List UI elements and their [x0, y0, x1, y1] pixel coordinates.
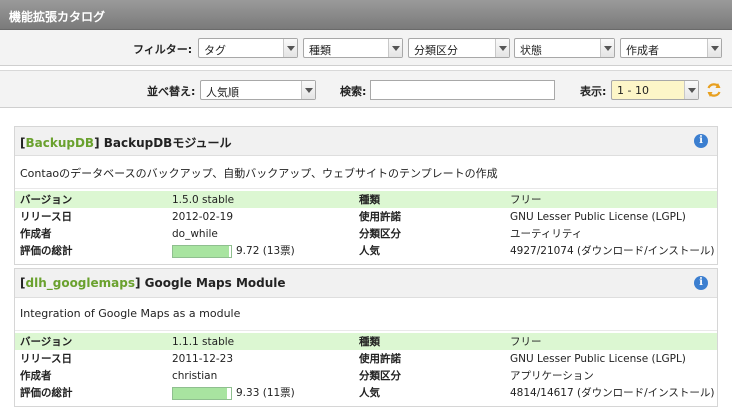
category-filter-select[interactable]: 分類区分	[408, 38, 510, 58]
rating-bar	[172, 244, 232, 258]
extension-name: BackupDBモジュール	[103, 136, 232, 150]
category-label: 分類区分	[359, 228, 401, 240]
author-filter-select[interactable]: 作成者	[620, 38, 722, 58]
rating-value: 9.72 (13票)	[236, 245, 295, 257]
refresh-icon[interactable]	[706, 82, 722, 98]
extension-description: Contaoのデータベースのバックアップ、自動バックアップ、ウェブサイトのテンプ…	[15, 156, 717, 189]
license-value: GNU Lesser Public License (LGPL)	[510, 352, 686, 365]
rating-label: 評価の総計	[20, 245, 73, 257]
window-title: 機能拡張カタログ	[0, 0, 732, 30]
author-value: do_while	[172, 227, 218, 240]
category-label: 分類区分	[359, 370, 401, 382]
author-label: 作成者	[20, 370, 52, 382]
release-value: 2012-02-19	[172, 210, 234, 223]
type-label: 種類	[359, 194, 380, 206]
rating-bar-fill	[173, 387, 228, 399]
chevron-down-icon	[684, 81, 698, 99]
extension-card: [BackupDB] BackupDBモジュール i Contaoのデータベース…	[14, 126, 718, 265]
type-filter-select[interactable]: 種類	[303, 38, 403, 58]
chevron-down-icon	[283, 39, 297, 57]
info-icon[interactable]: i	[694, 134, 708, 148]
rating-cell: 9.72 (13票)	[167, 242, 354, 259]
rating-bar-fill	[173, 245, 230, 257]
author-label: 作成者	[20, 228, 52, 240]
version-value: 1.5.0 stable	[172, 193, 235, 206]
filter-bar: フィルター: タグ 種類 分類区分 状態 作成者	[0, 30, 732, 66]
tag-filter-select[interactable]: タグ	[198, 38, 298, 58]
version-value: 1.1.1 stable	[172, 335, 235, 348]
rating-label: 評価の総計	[20, 387, 73, 399]
release-label: リリース日	[20, 353, 72, 365]
sort-label: 並べ替え:	[147, 85, 196, 98]
extension-key-link[interactable]: dlh_googlemaps	[25, 276, 135, 290]
extension-title: [dlh_googlemaps] Google Maps Module i	[15, 269, 717, 298]
type-value: フリー	[510, 194, 542, 206]
rating-value: 9.33 (11票)	[236, 387, 295, 399]
popularity-label: 人気	[359, 245, 380, 257]
author-value: christian	[172, 369, 218, 382]
extension-meta-table: バージョン 1.1.1 stable 種類 フリー リリース日 2011-12-…	[15, 333, 717, 401]
category-value: ユーティリティ	[510, 228, 583, 240]
category-value: アプリケーション	[510, 370, 594, 382]
license-value: GNU Lesser Public License (LGPL)	[510, 210, 686, 223]
type-value: フリー	[510, 336, 542, 348]
rating-bar	[172, 386, 232, 400]
status-filter-select[interactable]: 状態	[514, 38, 615, 58]
popularity-value: 4814/14617 (ダウンロード/インストール)	[510, 387, 715, 399]
popularity-label: 人気	[359, 387, 380, 399]
release-label: リリース日	[20, 211, 72, 223]
popularity-value: 4927/21074 (ダウンロード/インストール)	[510, 245, 715, 257]
filter-label: フィルター:	[133, 43, 193, 56]
display-label: 表示:	[580, 85, 607, 98]
info-icon[interactable]: i	[694, 276, 708, 290]
extension-key-link[interactable]: BackupDB	[25, 136, 94, 150]
search-input[interactable]	[370, 80, 555, 100]
chevron-down-icon	[388, 39, 402, 57]
extension-description: Integration of Google Maps as a module	[15, 298, 717, 331]
rating-cell: 9.33 (11票)	[167, 384, 354, 401]
release-value: 2011-12-23	[172, 352, 234, 365]
type-label: 種類	[359, 336, 380, 348]
chevron-down-icon	[600, 39, 614, 57]
license-label: 使用許諾	[359, 211, 401, 223]
chevron-down-icon	[495, 39, 509, 57]
chevron-down-icon	[301, 81, 315, 99]
chevron-down-icon	[707, 39, 721, 57]
license-label: 使用許諾	[359, 353, 401, 365]
display-count-select[interactable]: 1 - 10	[611, 80, 699, 100]
extension-meta-table: バージョン 1.5.0 stable 種類 フリー リリース日 2012-02-…	[15, 191, 717, 259]
version-label: バージョン	[20, 194, 73, 206]
sort-search-bar: 並べ替え: 人気順 検索: 表示: 1 - 10	[0, 70, 732, 108]
search-label: 検索:	[340, 85, 367, 98]
extension-card: [dlh_googlemaps] Google Maps Module i In…	[14, 268, 718, 407]
sort-select[interactable]: 人気順	[200, 80, 316, 100]
version-label: バージョン	[20, 336, 73, 348]
extension-title: [BackupDB] BackupDBモジュール i	[15, 127, 717, 156]
extension-name: Google Maps Module	[144, 276, 286, 290]
